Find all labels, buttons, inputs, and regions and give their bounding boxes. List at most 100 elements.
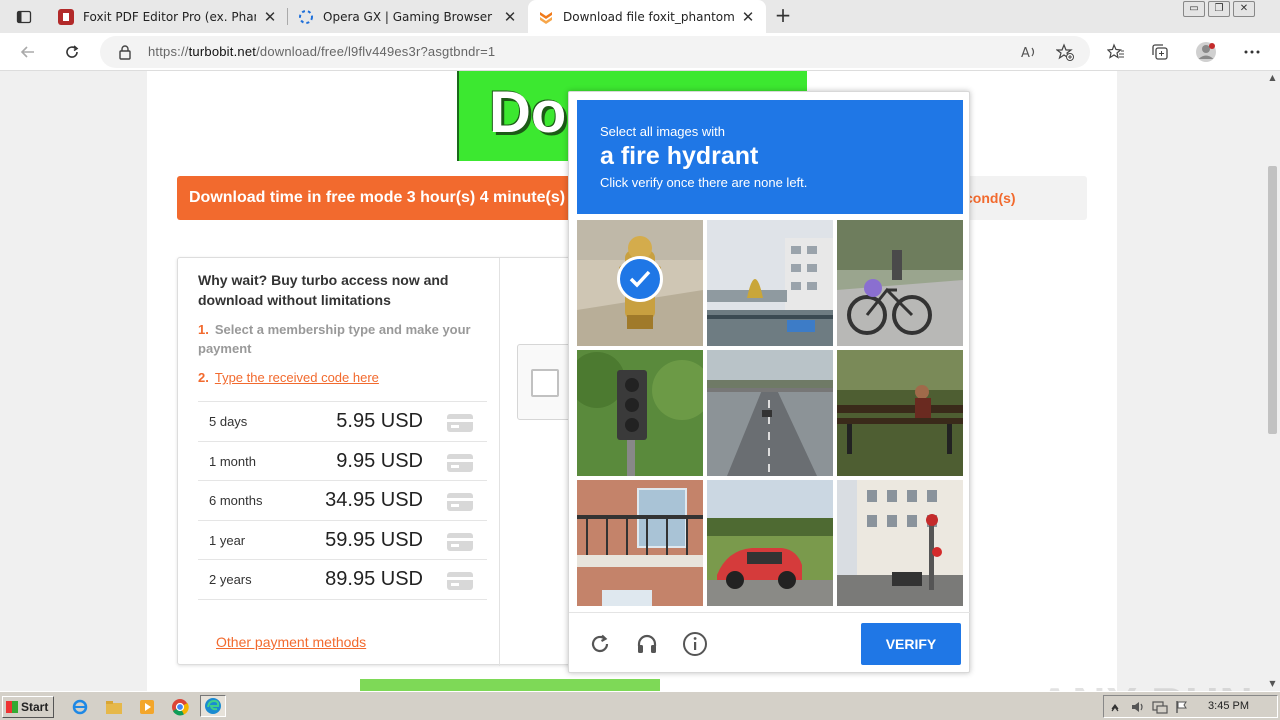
restore-button[interactable]: ❐ — [1208, 1, 1230, 17]
enter-code-link[interactable]: Type the received code here — [215, 370, 379, 385]
page-scrollbar[interactable]: ▲ ▼ — [1265, 71, 1280, 691]
price-row[interactable]: 1 month 9.95 USD — [198, 442, 487, 482]
more-menu-icon[interactable] — [1239, 39, 1265, 65]
price-list: 5 days 5.95 USD 1 month 9.95 USD 6 months 3… — [198, 401, 487, 600]
taskbar: Start 3:45 PM — [0, 691, 1280, 720]
edge-taskbar-button[interactable] — [200, 695, 226, 717]
reload-button[interactable] — [58, 38, 86, 66]
refresh-challenge-icon[interactable] — [586, 630, 614, 658]
collections-icon[interactable] — [1147, 39, 1173, 65]
scroll-up-icon[interactable]: ▲ — [1265, 71, 1280, 85]
url-host: turbobit.net — [188, 44, 257, 59]
price-row[interactable]: 5 days 5.95 USD — [198, 402, 487, 442]
timer-seconds-text: cond(s) — [965, 190, 1016, 206]
free-mode-timer: Download time in free mode 3 hour(s) 4 m… — [177, 176, 587, 220]
start-button[interactable]: Start — [2, 696, 54, 718]
tab-actions-icon — [16, 10, 32, 24]
profile-avatar-icon[interactable] — [1193, 39, 1219, 65]
price-amount: 34.95 USD — [325, 489, 423, 512]
new-tab-button[interactable]: + — [772, 5, 794, 27]
price-duration: 5 days — [209, 414, 248, 429]
price-duration: 2 years — [209, 572, 252, 588]
tab-title: Foxit PDF Editor Pro (ex. Phantom — [83, 9, 256, 24]
window-controls: ▭ ❐ ✕ — [1183, 1, 1255, 17]
edge-icon — [205, 698, 221, 714]
lock-icon — [119, 45, 131, 60]
anyrun-watermark: ANY RUN — [1038, 677, 1254, 691]
flag-icon[interactable] — [1172, 697, 1192, 717]
foxit-favicon-icon — [58, 8, 74, 25]
tab-title: Download file foxit_phantompdf_ — [563, 9, 734, 24]
price-duration: 1 month — [209, 453, 256, 469]
step-number: 1. — [198, 322, 209, 337]
back-arrow-icon — [20, 46, 34, 58]
tab-strip: Foxit PDF Editor Pro (ex. Phantom ✕ Oper… — [0, 0, 1280, 33]
tab-opera[interactable]: Opera GX | Gaming Browser | Op ✕ — [288, 0, 528, 33]
audio-challenge-icon[interactable] — [633, 630, 661, 658]
chrome-icon[interactable] — [170, 697, 190, 717]
back-button[interactable] — [14, 38, 42, 66]
close-window-button[interactable]: ✕ — [1233, 1, 1255, 17]
verify-button[interactable]: VERIFY — [861, 623, 961, 665]
media-player-icon[interactable] — [137, 697, 157, 717]
url-scheme: https:// — [148, 44, 189, 59]
scrollbar-thumb[interactable] — [1268, 166, 1277, 434]
tab-close-icon[interactable]: ✕ — [262, 8, 278, 26]
price-duration: 6 months — [209, 493, 263, 509]
prompt-instruction: Click verify once there are none left. — [600, 175, 808, 190]
captcha-tile-fire-hydrant[interactable] — [577, 220, 703, 346]
read-aloud-icon[interactable]: A — [1016, 39, 1042, 65]
credit-card-icon — [447, 493, 473, 512]
download-button[interactable] — [360, 679, 660, 691]
scroll-down-icon[interactable]: ▼ — [1265, 677, 1280, 691]
captcha-tile-balcony[interactable] — [577, 480, 703, 606]
step-2: 2. Type the received code here — [198, 368, 487, 387]
tab-title: Opera GX | Gaming Browser | Op — [323, 9, 496, 24]
network-icon[interactable] — [1150, 697, 1170, 717]
url-path: /download/free/l9flv449es3r?asgtbndr=1 — [256, 44, 496, 59]
taskbar-clock: 3:45 PM — [1208, 700, 1249, 712]
turbo-access-content: Why wait? Buy turbo access now and downl… — [178, 258, 500, 666]
captcha-tile-red-car[interactable] — [707, 480, 833, 606]
tab-foxit[interactable]: Foxit PDF Editor Pro (ex. Phantom ✕ — [48, 0, 288, 33]
captcha-tile-building[interactable] — [707, 220, 833, 346]
other-payment-link[interactable]: Other payment methods — [216, 634, 366, 650]
turbobit-favicon-icon — [538, 9, 554, 25]
price-amount: 5.95 USD — [336, 410, 423, 432]
ie-icon[interactable] — [70, 697, 90, 717]
credit-card-icon — [447, 532, 473, 551]
captcha-tile-bench[interactable] — [837, 350, 963, 476]
reload-icon — [66, 45, 79, 58]
captcha-checkbox[interactable] — [531, 369, 559, 397]
price-duration: 1 year — [209, 532, 246, 548]
tray-expand-icon[interactable] — [1108, 697, 1122, 717]
captcha-tile-highway[interactable] — [707, 350, 833, 476]
favorites-icon[interactable] — [1103, 39, 1129, 65]
address-bar[interactable]: https://turbobit.net/download/free/l9flv… — [100, 36, 1090, 68]
tab-close-icon[interactable]: ✕ — [502, 8, 518, 26]
add-favorite-icon[interactable] — [1052, 39, 1078, 65]
captcha-tile-traffic-light[interactable] — [577, 350, 703, 476]
price-row[interactable]: 1 year 59.95 USD — [198, 521, 487, 561]
price-row[interactable]: 2 years 89.95 USD — [198, 560, 487, 600]
price-row[interactable]: 6 months 34.95 USD — [198, 481, 487, 521]
volume-icon[interactable] — [1128, 697, 1148, 717]
step-1: 1. Select a membership type and make your… — [198, 320, 487, 358]
price-amount: 9.95 USD — [336, 449, 423, 472]
svg-text:A: A — [1021, 46, 1030, 60]
info-icon[interactable] — [681, 630, 709, 658]
tab-close-icon[interactable]: ✕ — [740, 8, 756, 26]
captcha-tile-street[interactable] — [837, 480, 963, 606]
url-text: https://turbobit.net/download/free/l9flv… — [148, 44, 495, 59]
credit-card-icon — [447, 572, 473, 591]
step-number: 2. — [198, 370, 209, 385]
captcha-tile-bicycle[interactable] — [837, 220, 963, 346]
captcha-footer: VERIFY — [569, 612, 971, 674]
explorer-icon[interactable] — [104, 697, 124, 717]
tab-download[interactable]: Download file foxit_phantompdf_ ✕ — [528, 0, 766, 33]
tab-actions-button[interactable] — [8, 5, 40, 29]
system-tray: 3:45 PM — [1103, 695, 1278, 718]
captcha-challenge: Select all images with a fire hydrant Cl… — [568, 91, 971, 674]
minimize-button[interactable]: ▭ — [1183, 1, 1205, 17]
price-amount: 89.95 USD — [325, 568, 423, 591]
